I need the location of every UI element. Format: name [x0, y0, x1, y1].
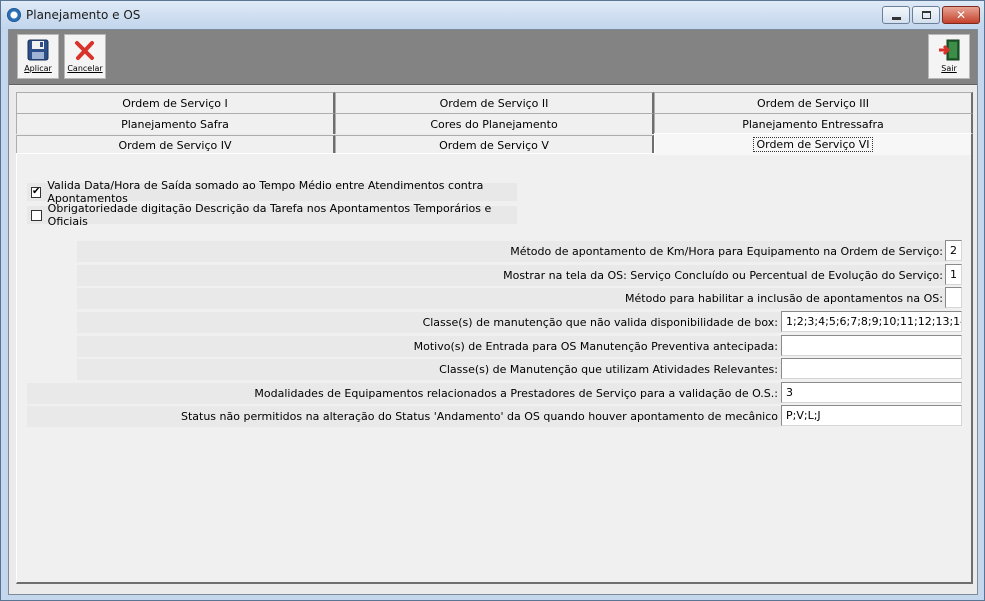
classes-atividades-label: Classe(s) de Manutenção que utilizam Ati… — [77, 359, 782, 380]
obrigatoriedade-checkbox[interactable] — [31, 209, 42, 221]
cancel-label: Cancelar — [67, 64, 103, 73]
title-bar[interactable]: Planejamento e OS ✕ — [1, 1, 984, 29]
tab-ordem-servico-iv[interactable]: Ordem de Serviço IV — [16, 135, 335, 155]
classes-box-input[interactable]: 1;2;3;4;5;6;7;8;9;10;11;12;13;14;15;16 — [781, 311, 962, 332]
tab-ordem-servico-v[interactable]: Ordem de Serviço V — [335, 135, 654, 155]
metodo-km-input[interactable]: 2 — [945, 240, 962, 261]
motivos-entrada-input[interactable] — [781, 335, 962, 356]
main-window: Planejamento e OS ✕ Aplicar Cancelar Sai… — [0, 0, 985, 601]
apply-label: Aplicar — [24, 64, 52, 73]
close-button[interactable]: ✕ — [942, 6, 980, 24]
tab-ordem-servico-ii[interactable]: Ordem de Serviço II — [335, 92, 654, 113]
metodo-km-label: Método de apontamento de Km/Hora para Eq… — [77, 241, 947, 262]
valida-data-checkbox[interactable]: ✔ — [31, 186, 42, 198]
settings-panel: Ordem de Serviço I Ordem de Serviço II O… — [9, 86, 977, 594]
tab-ordem-servico-vi[interactable]: Ordem de Serviço VI — [654, 133, 973, 155]
minimize-button[interactable] — [882, 6, 910, 24]
exit-button[interactable]: Sair — [928, 34, 970, 79]
motivos-entrada-label: Motivo(s) de Entrada para OS Manutenção … — [77, 336, 782, 357]
tab-planejamento-entressafra[interactable]: Planejamento Entressafra — [654, 113, 973, 134]
obrigatoriedade-label: Obrigatoriedade digitação Descrição da T… — [47, 202, 492, 228]
metodo-habilitar-label: Método para habilitar a inclusão de apon… — [77, 288, 947, 309]
classes-atividades-input[interactable] — [781, 358, 962, 379]
app-ring-icon — [7, 8, 21, 22]
mostrar-tela-label: Mostrar na tela da OS: Serviço Concluído… — [77, 265, 947, 286]
window-title: Planejamento e OS — [26, 8, 141, 22]
maximize-button[interactable] — [912, 6, 940, 24]
modalidades-label: Modalidades de Equipamentos relacionados… — [27, 383, 782, 404]
exit-door-icon — [939, 39, 960, 61]
close-icon: ✕ — [955, 8, 967, 22]
mostrar-tela-input[interactable]: 1 — [945, 264, 962, 285]
classes-box-label: Classe(s) de manutenção que não valida d… — [77, 312, 782, 333]
toolbar: Aplicar Cancelar Sair — [9, 30, 977, 85]
tab-page-ordem-servico-vi: ✔ Valida Data/Hora de Saída somado ao Te… — [16, 153, 973, 584]
client-area: Aplicar Cancelar Sair Ordem de Serviço I — [8, 29, 978, 595]
status-nao-permitidos-input[interactable]: P;V;L;J — [781, 405, 962, 426]
tab-control: Ordem de Serviço I Ordem de Serviço II O… — [16, 92, 973, 584]
valida-data-option[interactable]: ✔ Valida Data/Hora de Saída somado ao Te… — [27, 179, 517, 205]
modalidades-input[interactable]: 3 — [781, 382, 962, 403]
tab-ordem-servico-iii[interactable]: Ordem de Serviço III — [654, 92, 973, 113]
minimize-icon — [891, 16, 901, 20]
tab-cores-planejamento[interactable]: Cores do Planejamento — [335, 113, 654, 134]
save-disk-icon — [27, 39, 49, 61]
metodo-habilitar-input[interactable] — [945, 287, 962, 308]
tab-planejamento-safra[interactable]: Planejamento Safra — [16, 113, 335, 134]
apply-button[interactable]: Aplicar — [17, 34, 59, 79]
obrigatoriedade-option[interactable]: Obrigatoriedade digitação Descrição da T… — [27, 202, 517, 228]
status-nao-permitidos-label: Status não permitidos na alteração do St… — [27, 406, 782, 427]
maximize-icon — [921, 11, 931, 19]
tab-ordem-servico-i[interactable]: Ordem de Serviço I — [16, 92, 335, 113]
exit-label: Sair — [941, 64, 957, 73]
cancel-x-icon — [75, 41, 94, 60]
cancel-button[interactable]: Cancelar — [64, 34, 106, 79]
